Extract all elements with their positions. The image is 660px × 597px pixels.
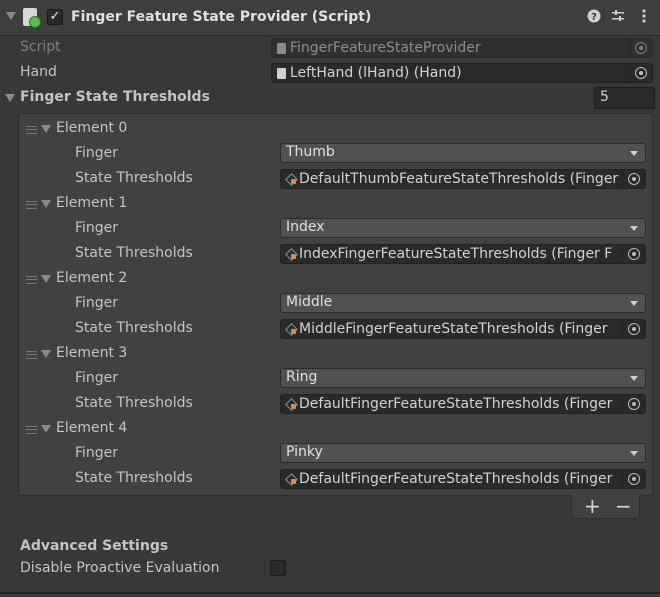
scriptable-object-icon — [285, 248, 297, 260]
script-value: FingerFeatureStateProvider — [290, 40, 481, 56]
thresholds-size-field[interactable]: 5 — [594, 87, 655, 109]
finger-dropdown[interactable]: Index — [280, 218, 646, 238]
element-foldout-icon[interactable] — [41, 425, 51, 433]
finger-dropdown[interactable]: Thumb — [280, 143, 646, 163]
scriptable-object-icon — [285, 173, 297, 185]
finger-label: Finger — [75, 445, 119, 461]
element-foldout-icon[interactable] — [41, 125, 51, 133]
chevron-down-icon — [630, 226, 638, 231]
state-thresholds-label: State Thresholds — [75, 245, 193, 261]
state-thresholds-field[interactable]: DefaultFingerFeatureStateThresholds (Fin… — [280, 394, 646, 414]
object-picker-icon[interactable] — [622, 320, 645, 338]
object-picker-icon[interactable] — [622, 245, 645, 263]
finger-value: Thumb — [286, 144, 335, 160]
element-label: Element 1 — [56, 195, 128, 211]
state-thresholds-label: State Thresholds — [75, 170, 193, 186]
finger-dropdown[interactable]: Pinky — [280, 443, 646, 463]
advanced-settings-heading: Advanced Settings — [20, 538, 169, 554]
chevron-down-icon — [630, 451, 638, 456]
object-picker-icon[interactable] — [622, 395, 645, 413]
object-picker-icon[interactable] — [622, 170, 645, 188]
divider — [0, 592, 660, 594]
drag-handle-icon[interactable] — [26, 351, 37, 359]
help-icon[interactable]: ? — [586, 9, 602, 25]
element-label: Element 0 — [56, 120, 128, 136]
finger-dropdown[interactable]: Middle — [280, 293, 646, 313]
kebab-menu-icon[interactable] — [636, 9, 652, 25]
scriptable-object-icon — [285, 473, 297, 485]
add-element-button[interactable]: + — [584, 495, 601, 517]
hand-field[interactable]: LeftHand (lHand) (Hand) — [271, 63, 653, 83]
script-label: Script — [20, 39, 61, 55]
disable-proactive-label: Disable Proactive Evaluation — [20, 560, 220, 576]
drag-handle-icon[interactable] — [26, 276, 37, 284]
state-thresholds-value: DefaultFingerFeatureStateThresholds (Fin… — [299, 396, 613, 412]
finger-label: Finger — [75, 295, 119, 311]
state-thresholds-value: IndexFingerFeatureStateThresholds (Finge… — [299, 246, 613, 262]
finger-label: Finger — [75, 145, 119, 161]
state-thresholds-field[interactable]: IndexFingerFeatureStateThresholds (Finge… — [280, 244, 646, 264]
chevron-down-icon — [630, 376, 638, 381]
state-thresholds-field[interactable]: DefaultThumbFeatureStateThresholds (Fing… — [280, 169, 646, 189]
drag-handle-icon[interactable] — [26, 201, 37, 209]
object-picker-icon[interactable] — [629, 64, 652, 82]
foldout-arrow-icon[interactable] — [6, 12, 16, 20]
state-thresholds-value: DefaultThumbFeatureStateThresholds (Fing… — [299, 171, 619, 187]
object-picker-icon[interactable] — [622, 470, 645, 488]
state-thresholds-label: State Thresholds — [75, 470, 193, 486]
scriptable-object-icon — [285, 398, 297, 410]
state-thresholds-value: MiddleFingerFeatureStateThresholds (Fing… — [299, 321, 608, 337]
element-foldout-icon[interactable] — [41, 275, 51, 283]
drag-handle-icon[interactable] — [26, 126, 37, 134]
finger-value: Pinky — [286, 444, 323, 460]
svg-text:?: ? — [591, 12, 597, 23]
state-thresholds-label: State Thresholds — [75, 320, 193, 336]
finger-dropdown[interactable]: Ring — [280, 368, 646, 388]
scriptable-object-icon — [285, 323, 297, 335]
remove-element-button[interactable]: − — [615, 495, 632, 517]
hand-label: Hand — [20, 64, 57, 80]
drag-handle-icon[interactable] — [26, 426, 37, 434]
element-foldout-icon[interactable] — [41, 200, 51, 208]
state-thresholds-field[interactable]: DefaultFingerFeatureStateThresholds (Fin… — [280, 469, 646, 489]
element-label: Element 2 — [56, 270, 128, 286]
component-header: ✓ Finger Feature State Provider (Script)… — [0, 0, 660, 36]
element-foldout-icon[interactable] — [41, 350, 51, 358]
script-file-icon — [277, 68, 286, 79]
thresholds-foldout-icon[interactable] — [5, 94, 15, 102]
finger-label: Finger — [75, 220, 119, 236]
list-footer: + − — [571, 495, 640, 519]
state-thresholds-field[interactable]: MiddleFingerFeatureStateThresholds (Fing… — [280, 319, 646, 339]
thresholds-label: Finger State Thresholds — [20, 89, 210, 105]
finger-value: Index — [286, 219, 325, 235]
element-label: Element 3 — [56, 345, 128, 361]
object-picker-icon — [629, 39, 652, 57]
disable-proactive-checkbox[interactable] — [270, 560, 286, 576]
script-file-icon — [277, 43, 286, 54]
component-title: Finger Feature State Provider (Script) — [71, 9, 372, 25]
script-field: FingerFeatureStateProvider — [271, 38, 653, 58]
hand-value: LeftHand (lHand) (Hand) — [290, 65, 462, 81]
element-label: Element 4 — [56, 420, 128, 436]
presets-icon[interactable] — [610, 9, 626, 25]
finger-value: Ring — [286, 369, 318, 385]
state-thresholds-value: DefaultFingerFeatureStateThresholds (Fin… — [299, 471, 613, 487]
finger-label: Finger — [75, 370, 119, 386]
thresholds-size-value: 5 — [600, 89, 609, 105]
chevron-down-icon — [630, 151, 638, 156]
script-component-icon — [23, 8, 41, 28]
state-thresholds-label: State Thresholds — [75, 395, 193, 411]
finger-value: Middle — [286, 294, 333, 310]
chevron-down-icon — [630, 301, 638, 306]
component-enabled-checkbox[interactable]: ✓ — [47, 9, 63, 25]
